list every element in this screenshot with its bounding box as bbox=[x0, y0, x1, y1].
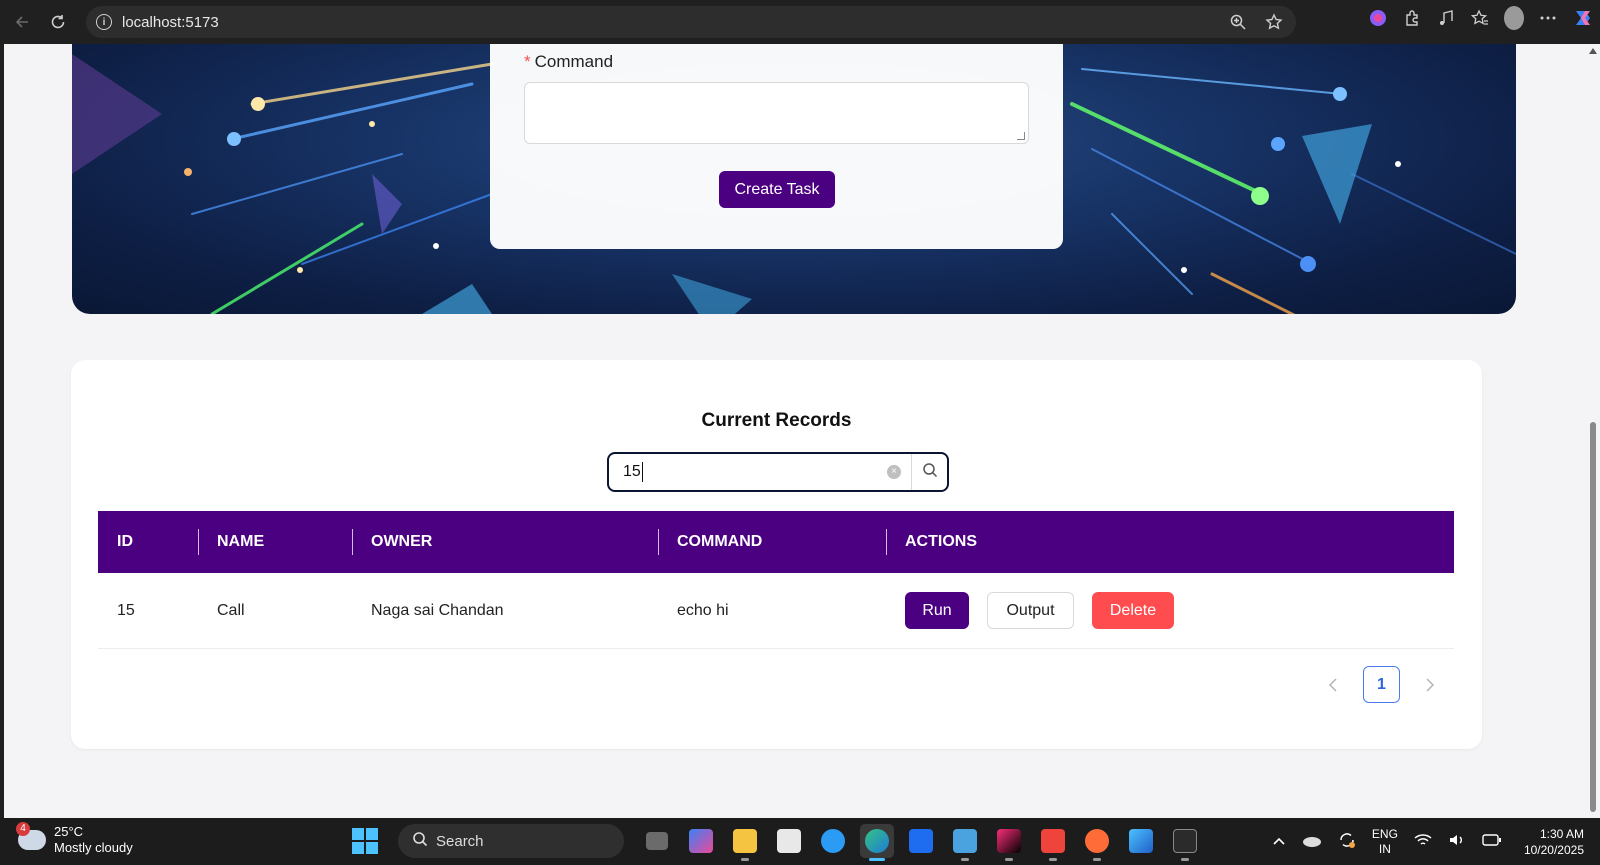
weather-badge: 4 bbox=[16, 822, 30, 836]
star-icon[interactable] bbox=[1264, 12, 1284, 32]
search-icon bbox=[922, 462, 938, 483]
zoom-icon[interactable] bbox=[1228, 12, 1248, 32]
photos-icon[interactable] bbox=[1124, 824, 1158, 858]
chevron-up-icon[interactable] bbox=[1272, 835, 1286, 849]
copilot-icon[interactable] bbox=[1368, 8, 1388, 28]
task-view-icon[interactable] bbox=[640, 824, 674, 858]
prev-page-icon[interactable] bbox=[1317, 669, 1349, 701]
delete-button[interactable]: Delete bbox=[1092, 592, 1174, 629]
media-icon[interactable] bbox=[1436, 8, 1456, 28]
battery-icon[interactable] bbox=[1482, 834, 1502, 849]
page-number-current[interactable]: 1 bbox=[1363, 666, 1400, 703]
command-label: * Command bbox=[524, 52, 613, 72]
search-icon bbox=[412, 831, 428, 851]
help-app-icon[interactable] bbox=[816, 824, 850, 858]
hashnode-app-icon[interactable] bbox=[904, 824, 938, 858]
clear-icon[interactable]: × bbox=[887, 465, 901, 479]
create-task-form: * Command Create Task bbox=[490, 44, 1063, 249]
intellij-icon[interactable] bbox=[992, 824, 1026, 861]
weather-temp: 25°C bbox=[54, 824, 84, 839]
command-label-text: Command bbox=[534, 52, 614, 71]
column-header-name: NAME bbox=[198, 511, 352, 573]
sync-icon[interactable] bbox=[1338, 831, 1356, 852]
postman-icon[interactable] bbox=[1080, 824, 1114, 861]
onedrive-icon[interactable] bbox=[1302, 833, 1322, 850]
system-clock[interactable]: 1:30 AM 10/20/2025 bbox=[1524, 826, 1584, 858]
file-explorer-icon[interactable] bbox=[728, 824, 762, 861]
more-icon[interactable] bbox=[1538, 8, 1558, 28]
browser-toolbar: i localhost:5173 bbox=[0, 0, 1600, 44]
windows-logo-icon bbox=[352, 828, 378, 854]
volume-icon[interactable] bbox=[1448, 833, 1466, 850]
table-row: 15 Call Naga sai Chandan echo hi Run Out… bbox=[98, 573, 1454, 649]
column-header-command: COMMAND bbox=[658, 511, 886, 573]
search-input[interactable]: 15 × bbox=[609, 454, 911, 490]
search-button[interactable] bbox=[911, 454, 947, 490]
clock-date: 10/20/2025 bbox=[1523, 842, 1584, 857]
language-indicator[interactable]: ENG IN bbox=[1372, 827, 1398, 857]
run-button[interactable]: Run bbox=[905, 592, 969, 629]
notepad-icon[interactable] bbox=[948, 824, 982, 861]
column-header-actions: ACTIONS bbox=[886, 511, 1446, 573]
page-scrollbar[interactable] bbox=[1586, 44, 1600, 818]
store-icon[interactable] bbox=[772, 824, 806, 858]
wifi-icon[interactable] bbox=[1414, 833, 1432, 850]
anydesk-icon[interactable] bbox=[1036, 824, 1070, 861]
system-tray: ENG IN 1:30 AM 10/20/2025 bbox=[1272, 818, 1600, 865]
cell-actions: Run Output Delete bbox=[886, 592, 1446, 629]
records-title: Current Records bbox=[701, 410, 852, 431]
taskbar-search-placeholder: Search bbox=[436, 832, 484, 850]
copilot-sidebar-icon[interactable] bbox=[1572, 8, 1592, 28]
search-value: 15 bbox=[623, 463, 641, 480]
create-task-button[interactable]: Create Task bbox=[719, 171, 835, 208]
next-page-icon[interactable] bbox=[1414, 669, 1446, 701]
required-marker: * bbox=[524, 52, 531, 71]
address-bar[interactable]: i localhost:5173 bbox=[86, 6, 1296, 38]
output-button[interactable]: Output bbox=[987, 592, 1074, 629]
edge-browser-icon[interactable] bbox=[860, 824, 894, 861]
refresh-icon[interactable] bbox=[40, 4, 76, 40]
cell-command: echo hi bbox=[677, 601, 729, 619]
lang-bottom: IN bbox=[1378, 841, 1391, 856]
column-header-owner: OWNER bbox=[352, 511, 658, 573]
scrollbar-thumb[interactable] bbox=[1590, 422, 1596, 812]
cloud-icon: 4 bbox=[16, 822, 46, 850]
windows-taskbar: 4 25°C Mostly cloudy Search ENG IN 1:30 … bbox=[0, 818, 1600, 865]
table-header: ID NAME OWNER COMMAND ACTIONS bbox=[98, 511, 1454, 573]
scroll-up-icon[interactable] bbox=[1589, 48, 1597, 54]
cell-id: 15 bbox=[117, 601, 135, 619]
cell-name: Call bbox=[217, 601, 245, 619]
cell-owner: Naga sai Chandan bbox=[371, 601, 504, 619]
command-textarea[interactable] bbox=[524, 82, 1029, 144]
records-search: 15 × bbox=[607, 452, 949, 492]
info-icon[interactable]: i bbox=[96, 14, 112, 30]
weather-widget[interactable]: 4 25°C Mostly cloudy bbox=[16, 822, 133, 856]
records-table: ID NAME OWNER COMMAND ACTIONS 15 Call Na… bbox=[98, 511, 1454, 649]
clock-time: 1:30 AM bbox=[1539, 826, 1584, 841]
copilot-app-icon[interactable] bbox=[684, 824, 718, 858]
extensions-icon[interactable] bbox=[1402, 8, 1422, 28]
weather-desc: Mostly cloudy bbox=[54, 840, 133, 855]
taskbar-search[interactable]: Search bbox=[398, 824, 624, 858]
resize-handle-icon[interactable] bbox=[1017, 132, 1025, 140]
page-viewport: * Command Create Task Current Records 15 … bbox=[4, 44, 1586, 818]
text-caret bbox=[641, 462, 643, 482]
taskbar-apps: Search bbox=[348, 824, 1202, 861]
url-text: localhost:5173 bbox=[122, 13, 219, 31]
start-button[interactable] bbox=[348, 824, 382, 858]
favorites-icon[interactable] bbox=[1470, 8, 1490, 28]
records-card: Current Records 15 × ID NAME OWNER COMMA… bbox=[71, 360, 1482, 749]
column-header-id: ID bbox=[117, 533, 133, 550]
lang-top: ENG bbox=[1371, 826, 1398, 841]
pagination: 1 bbox=[1317, 666, 1446, 703]
profile-icon[interactable] bbox=[1504, 6, 1524, 30]
back-icon[interactable] bbox=[4, 4, 40, 40]
terminal-icon[interactable] bbox=[1168, 824, 1202, 861]
